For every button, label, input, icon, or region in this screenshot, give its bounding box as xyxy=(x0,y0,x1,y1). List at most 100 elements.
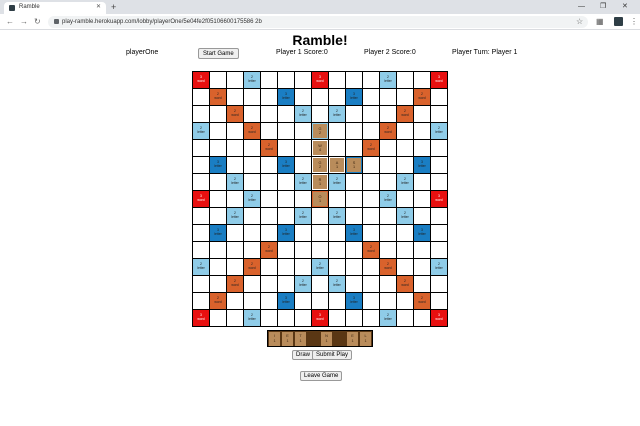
board-cell[interactable] xyxy=(261,293,277,309)
board-cell[interactable] xyxy=(295,310,311,326)
board-cell[interactable] xyxy=(397,89,413,105)
board-cell[interactable] xyxy=(193,157,209,173)
board-cell-t2l[interactable]: 2 letter xyxy=(312,259,328,275)
board-cell[interactable] xyxy=(431,106,447,122)
board-cell[interactable] xyxy=(363,191,379,207)
board-cell[interactable] xyxy=(261,174,277,190)
board-cell-t2l[interactable]: 2letterG2 xyxy=(312,123,328,139)
board-cell[interactable] xyxy=(210,191,226,207)
board-cell[interactable] xyxy=(363,157,379,173)
board-cell[interactable] xyxy=(227,140,243,156)
board-cell[interactable] xyxy=(193,276,209,292)
board-cell-t3l[interactable]: 3 letter xyxy=(278,89,294,105)
board-cell[interactable] xyxy=(414,310,430,326)
extension-icon[interactable]: ▦ xyxy=(596,17,604,27)
board-cell[interactable] xyxy=(431,208,447,224)
board-cell[interactable] xyxy=(414,123,430,139)
board-cell[interactable] xyxy=(193,174,209,190)
board-cell[interactable] xyxy=(363,259,379,275)
board-cell-t3w[interactable]: 3 word xyxy=(431,72,447,88)
board-cell[interactable]: A1 xyxy=(329,157,345,173)
board-cell[interactable] xyxy=(261,276,277,292)
board-cell[interactable] xyxy=(210,259,226,275)
board-cell[interactable] xyxy=(329,310,345,326)
board-cell-t2l[interactable]: 2 letter xyxy=(329,208,345,224)
board-cell-t2l[interactable]: 2 letter xyxy=(329,276,345,292)
board-cell-t2l[interactable]: 2 letter xyxy=(244,191,260,207)
board-cell[interactable] xyxy=(312,293,328,309)
board-cell[interactable] xyxy=(227,259,243,275)
board-cell-t3l[interactable]: 3 letter xyxy=(210,225,226,241)
board-cell[interactable] xyxy=(380,89,396,105)
board-cell-t2w[interactable]: 2 word xyxy=(397,276,413,292)
board-cell-t3w[interactable]: 3 word xyxy=(312,72,328,88)
board-cell-t2l[interactable]: 2 letter xyxy=(397,174,413,190)
board-cell-t2w[interactable]: 2 word xyxy=(227,106,243,122)
placed-tile[interactable]: G2 xyxy=(313,158,327,172)
board-cell-t2l[interactable]: 2 letter xyxy=(329,106,345,122)
board-cell[interactable] xyxy=(261,191,277,207)
board-cell[interactable] xyxy=(380,157,396,173)
board-cell[interactable] xyxy=(329,140,345,156)
board-cell[interactable] xyxy=(431,242,447,258)
board-cell[interactable] xyxy=(346,208,362,224)
board-cell-t2w[interactable]: 2wordO1 xyxy=(312,191,328,207)
placed-tile[interactable]: S1 xyxy=(347,158,361,172)
address-bar[interactable]: play-ramble.herokuapp.com/lobby/playerOn… xyxy=(48,16,588,28)
board-cell[interactable] xyxy=(227,242,243,258)
board-cell[interactable] xyxy=(295,259,311,275)
board-cell-t2w[interactable]: 2 word xyxy=(261,242,277,258)
board-cell-t2w[interactable]: 2 word xyxy=(261,140,277,156)
board-cell[interactable] xyxy=(363,310,379,326)
board-cell[interactable] xyxy=(397,310,413,326)
board-cell-t2w[interactable]: 2 word xyxy=(414,89,430,105)
board-cell-t2l[interactable]: 2 letter xyxy=(295,106,311,122)
board-cell[interactable] xyxy=(227,293,243,309)
board-cell[interactable] xyxy=(261,123,277,139)
board-cell[interactable] xyxy=(312,106,328,122)
board-cell[interactable] xyxy=(363,174,379,190)
board-cell[interactable] xyxy=(227,157,243,173)
board-cell[interactable] xyxy=(346,191,362,207)
rack-tile[interactable]: I1 xyxy=(269,331,280,346)
minimize-icon[interactable]: — xyxy=(578,2,585,12)
board-cell[interactable] xyxy=(278,72,294,88)
board-cell[interactable] xyxy=(210,72,226,88)
board-cell[interactable] xyxy=(278,174,294,190)
submit-play-button[interactable]: Submit Play xyxy=(312,350,353,360)
board-cell[interactable] xyxy=(346,174,362,190)
board-cell[interactable] xyxy=(380,140,396,156)
board-cell[interactable] xyxy=(329,242,345,258)
maximize-icon[interactable]: ❐ xyxy=(600,2,606,12)
board-cell[interactable]: W4 xyxy=(312,140,328,156)
board-cell[interactable] xyxy=(244,225,260,241)
board-cell[interactable] xyxy=(363,293,379,309)
board-cell-t2w[interactable]: 2 word xyxy=(244,259,260,275)
board-cell[interactable] xyxy=(414,259,430,275)
rack-tile[interactable]: E1 xyxy=(282,331,293,346)
menu-dots-icon[interactable]: ⋮ xyxy=(630,17,638,27)
board-cell-t2w[interactable]: 2 word xyxy=(363,140,379,156)
board-cell-t3l[interactable]: 3 letter xyxy=(278,157,294,173)
board-cell[interactable] xyxy=(193,106,209,122)
board-cell[interactable] xyxy=(193,293,209,309)
board-cell[interactable] xyxy=(193,225,209,241)
placed-tile[interactable]: R1 xyxy=(313,175,327,189)
board-cell[interactable] xyxy=(329,72,345,88)
board-cell[interactable] xyxy=(329,259,345,275)
board-cell[interactable] xyxy=(431,89,447,105)
board-cell[interactable] xyxy=(312,276,328,292)
board-cell[interactable] xyxy=(261,310,277,326)
board-cell[interactable] xyxy=(431,174,447,190)
draw-button[interactable]: Draw xyxy=(292,350,315,360)
board-cell-t3l[interactable]: 3 letter xyxy=(210,157,226,173)
board-cell[interactable] xyxy=(397,191,413,207)
board-cell[interactable] xyxy=(244,242,260,258)
reload-icon[interactable]: ↻ xyxy=(34,17,41,27)
board-cell-t2w[interactable]: 2 word xyxy=(210,293,226,309)
board-cell-t3w[interactable]: 3 word xyxy=(431,310,447,326)
board-cell[interactable] xyxy=(210,208,226,224)
board-cell-t3l[interactable]: 3letterS1 xyxy=(346,157,362,173)
board-cell[interactable] xyxy=(414,191,430,207)
placed-tile[interactable]: O1 xyxy=(313,192,327,206)
